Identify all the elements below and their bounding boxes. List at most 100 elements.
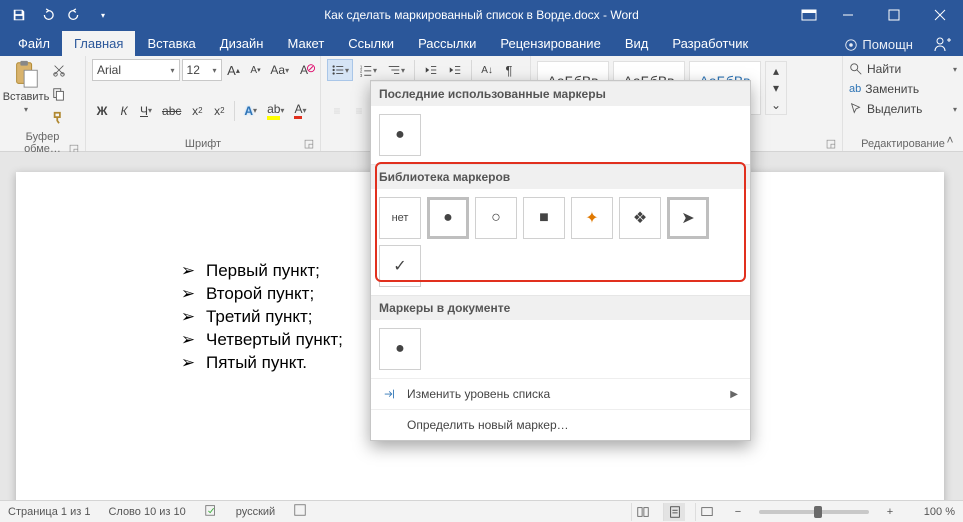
sort-button[interactable]: A↓ [477,59,497,81]
bullet-option-check[interactable]: ✓ [379,245,421,287]
minimize-button[interactable] [825,0,871,30]
view-web-button[interactable] [695,503,717,521]
increase-indent-button[interactable] [444,59,466,81]
font-color-button[interactable]: A▾ [290,100,310,122]
define-new-bullet-item[interactable]: Определить новый маркер… [371,409,750,440]
chevron-down-icon: ▾ [213,66,217,75]
bullet-marker-icon: ➢ [182,329,194,352]
tab-insert[interactable]: Вставка [135,31,207,56]
bullet-option-diamonds[interactable]: ❖ [619,197,661,239]
format-painter-button[interactable] [48,107,70,129]
styles-up-button[interactable]: ▴ [766,62,786,79]
clear-formatting-button[interactable]: A⊘ [294,59,314,81]
bullet-marker-icon: ➢ [182,283,194,306]
strikethrough-button[interactable]: abc [158,100,185,122]
change-list-level-item[interactable]: Изменить уровень списка ▶ [371,378,750,409]
styles-launcher-icon[interactable]: ◲ [824,136,838,150]
tab-layout[interactable]: Макет [275,31,336,56]
group-clipboard: Вставить ▾ Буфер обме…◲ [0,56,86,151]
collapse-ribbon-button[interactable]: ˄ [941,131,959,149]
bullet-marker-icon: ➢ [182,260,194,283]
superscript-button[interactable]: x2 [209,100,229,122]
align-left-button[interactable]: ≡ [327,100,347,122]
replace-label: Заменить [865,82,919,96]
share-button[interactable] [923,32,963,56]
change-level-label: Изменить уровень списка [407,387,550,401]
shrink-font-button[interactable]: A▾ [246,59,266,81]
document-title: Как сделать маркированный список в Ворде… [324,8,639,22]
tab-home[interactable]: Главная [62,31,135,56]
bullets-button[interactable]: ▾ [327,59,353,81]
ribbon-options-button[interactable] [793,0,825,30]
decrease-indent-button[interactable] [420,59,442,81]
zoom-value[interactable]: 100 % [911,506,955,518]
tell-me-button[interactable]: Помощн [834,33,923,56]
find-button[interactable]: Найти▾ [849,59,957,79]
subscript-button[interactable]: x2 [187,100,207,122]
qat-customize-button[interactable]: ▾ [90,2,116,28]
tab-review[interactable]: Рецензирование [488,31,612,56]
group-font-label: Шрифт [185,138,221,150]
save-button[interactable] [6,2,32,28]
view-read-button[interactable] [631,503,653,521]
styles-more-button[interactable]: ⌄ [766,96,786,113]
view-print-button[interactable] [663,503,685,521]
zoom-slider[interactable] [759,510,869,514]
paste-button[interactable]: Вставить ▾ [6,59,46,129]
tab-design[interactable]: Дизайн [208,31,276,56]
bullet-option-disc[interactable]: ● [379,114,421,156]
show-marks-button[interactable]: ¶ [499,59,519,81]
zoom-in-button[interactable]: + [879,503,901,521]
numbering-button[interactable]: 123▾ [355,59,381,81]
change-case-button[interactable]: Aa▾ [268,59,292,81]
bullet-option-disc[interactable]: ● [379,328,421,370]
find-label: Найти [867,62,901,76]
highlight-button[interactable]: ab▾ [263,100,288,122]
status-language[interactable]: русский [236,506,275,518]
define-bullet-label: Определить новый маркер… [407,418,569,432]
tab-references[interactable]: Ссылки [336,31,406,56]
styles-down-button[interactable]: ▾ [766,79,786,96]
bullets-dropdown: Последние использованные маркеры ● Библи… [370,80,751,441]
replace-button[interactable]: abЗаменить [849,79,957,99]
bullet-option-4diamond[interactable]: ✦ [571,197,613,239]
status-spellcheck-icon[interactable] [204,503,218,520]
status-page[interactable]: Страница 1 из 1 [8,506,90,518]
submenu-arrow-icon: ▶ [730,389,738,400]
dropdown-section-library: Библиотека маркеров [371,164,750,189]
bullet-marker-icon: ➢ [182,306,194,329]
font-name-combo[interactable]: Arial▾ [92,59,180,81]
tell-me-label: Помощн [862,37,913,52]
zoom-out-button[interactable]: − [727,503,749,521]
bullet-option-square[interactable]: ■ [523,197,565,239]
align-center-button[interactable]: ≡ [349,100,369,122]
cut-button[interactable] [48,59,70,81]
status-words[interactable]: Слово 10 из 10 [108,506,185,518]
tab-file[interactable]: Файл [6,31,62,56]
maximize-button[interactable] [871,0,917,30]
font-size-combo[interactable]: 12▾ [182,59,222,81]
grow-font-button[interactable]: A▴ [224,59,244,81]
tab-view[interactable]: Вид [613,31,661,56]
status-accessibility-icon[interactable] [293,503,307,520]
text-effects-button[interactable]: A▾ [240,100,261,122]
bold-button[interactable]: Ж [92,100,112,122]
group-editing-label: Редактирование [861,138,945,150]
multilevel-list-button[interactable]: ▾ [383,59,409,81]
copy-button[interactable] [48,83,70,105]
bullet-option-arrow[interactable]: ➤ [667,197,709,239]
bullet-option-circle[interactable]: ○ [475,197,517,239]
italic-button[interactable]: К [114,100,134,122]
close-button[interactable] [917,0,963,30]
select-label: Выделить [867,102,922,116]
undo-button[interactable] [34,2,60,28]
redo-button[interactable] [62,2,88,28]
quick-access-toolbar: ▾ [0,2,116,28]
select-button[interactable]: Выделить▾ [849,99,957,119]
bullet-option-none[interactable]: нет [379,197,421,239]
tab-mailings[interactable]: Рассылки [406,31,488,56]
tab-developer[interactable]: Разработчик [660,31,760,56]
bullet-option-disc[interactable]: ● [427,197,469,239]
underline-button[interactable]: Ч▾ [136,100,156,122]
font-launcher-icon[interactable]: ◲ [302,136,316,150]
